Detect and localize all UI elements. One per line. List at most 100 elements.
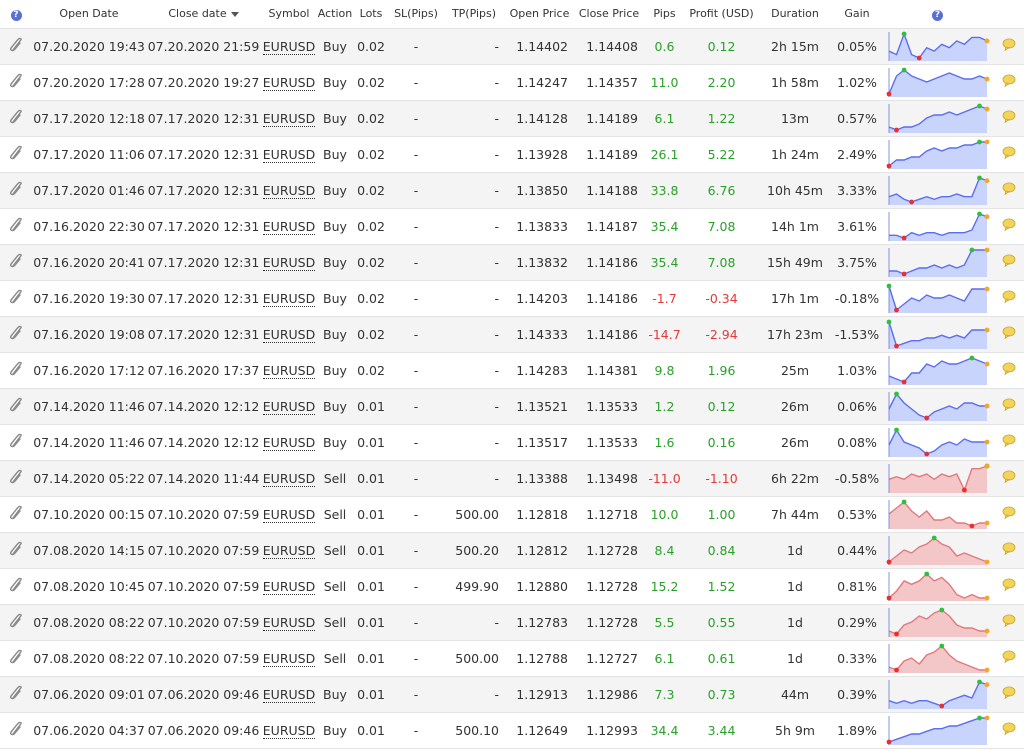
symbol-link[interactable]: EURUSD xyxy=(262,326,316,343)
row-comment[interactable] xyxy=(993,604,1024,641)
paperclip-icon[interactable] xyxy=(8,613,24,632)
cell-sparkline[interactable] xyxy=(882,460,993,497)
comment-icon[interactable] xyxy=(1002,398,1016,414)
comment-icon[interactable] xyxy=(1002,614,1016,630)
table-row[interactable]: 07.16.2020 17:12 07.16.2020 17:37 EURUSD Bu… xyxy=(0,352,1024,389)
paperclip-icon[interactable] xyxy=(8,721,24,740)
row-attachment[interactable] xyxy=(0,388,32,425)
symbol-link[interactable]: EURUSD xyxy=(262,146,316,163)
paperclip-icon[interactable] xyxy=(8,361,24,380)
cell-sparkline[interactable] xyxy=(882,424,993,461)
header-profit[interactable]: Profit (USD) xyxy=(685,0,758,29)
trade-sparkline[interactable] xyxy=(886,535,990,565)
row-attachment[interactable] xyxy=(0,532,32,569)
paperclip-icon[interactable] xyxy=(8,577,24,596)
symbol-link[interactable]: EURUSD xyxy=(262,470,316,487)
trade-sparkline[interactable] xyxy=(886,571,990,601)
cell-sparkline[interactable] xyxy=(882,100,993,137)
cell-symbol[interactable]: EURUSD xyxy=(261,64,317,101)
paperclip-icon[interactable] xyxy=(8,685,24,704)
symbol-link[interactable]: EURUSD xyxy=(262,506,316,523)
comment-icon[interactable] xyxy=(1002,362,1016,378)
table-row[interactable]: 07.17.2020 11:06 07.17.2020 12:31 EURUSD Bu… xyxy=(0,136,1024,173)
cell-symbol[interactable]: EURUSD xyxy=(261,172,317,209)
trade-sparkline[interactable] xyxy=(886,319,990,349)
row-comment[interactable] xyxy=(993,100,1024,137)
cell-sparkline[interactable] xyxy=(882,712,993,749)
row-comment[interactable] xyxy=(993,496,1024,533)
table-row[interactable]: 07.16.2020 19:08 07.17.2020 12:31 EURUSD Bu… xyxy=(0,316,1024,353)
row-attachment[interactable] xyxy=(0,676,32,713)
paperclip-icon[interactable] xyxy=(8,397,24,416)
comment-icon[interactable] xyxy=(1002,470,1016,486)
row-comment[interactable] xyxy=(993,424,1024,461)
cell-symbol[interactable]: EURUSD xyxy=(261,676,317,713)
symbol-link[interactable]: EURUSD xyxy=(262,254,316,271)
row-attachment[interactable] xyxy=(0,172,32,209)
comment-icon[interactable] xyxy=(1002,38,1016,54)
cell-symbol[interactable]: EURUSD xyxy=(261,28,317,65)
symbol-link[interactable]: EURUSD xyxy=(262,218,316,235)
table-row[interactable]: 07.16.2020 20:41 07.17.2020 12:31 EURUSD Bu… xyxy=(0,244,1024,281)
comment-icon[interactable] xyxy=(1002,506,1016,522)
cell-symbol[interactable]: EURUSD xyxy=(261,100,317,137)
header-sl[interactable]: SL(Pips) xyxy=(389,0,443,29)
trade-sparkline[interactable] xyxy=(886,715,990,745)
symbol-link[interactable]: EURUSD xyxy=(262,110,316,127)
table-row[interactable]: 07.14.2020 11:46 07.14.2020 12:12 EURUSD Bu… xyxy=(0,424,1024,461)
paperclip-icon[interactable] xyxy=(8,325,24,344)
cell-sparkline[interactable] xyxy=(882,28,993,65)
symbol-link[interactable]: EURUSD xyxy=(262,182,316,199)
paperclip-icon[interactable] xyxy=(8,109,24,128)
paperclip-icon[interactable] xyxy=(8,289,24,308)
row-comment[interactable] xyxy=(993,352,1024,389)
help-icon[interactable]: ? xyxy=(932,9,943,21)
header-close-date[interactable]: Close date xyxy=(146,0,261,29)
table-row[interactable]: 07.10.2020 00:15 07.10.2020 07:59 EURUSD Se… xyxy=(0,496,1024,533)
row-attachment[interactable] xyxy=(0,496,32,533)
header-gain[interactable]: Gain xyxy=(832,0,882,29)
table-row[interactable]: 07.08.2020 08:22 07.10.2020 07:59 EURUSD Se… xyxy=(0,640,1024,677)
cell-sparkline[interactable] xyxy=(882,244,993,281)
header-duration[interactable]: Duration xyxy=(758,0,832,29)
table-row[interactable]: 07.16.2020 19:30 07.17.2020 12:31 EURUSD Bu… xyxy=(0,280,1024,317)
cell-symbol[interactable]: EURUSD xyxy=(261,604,317,641)
cell-symbol[interactable]: EURUSD xyxy=(261,352,317,389)
table-row[interactable]: 07.14.2020 05:22 07.14.2020 11:44 EURUSD Se… xyxy=(0,460,1024,497)
table-row[interactable]: 07.06.2020 09:01 07.06.2020 09:46 EURUSD Bu… xyxy=(0,676,1024,713)
paperclip-icon[interactable] xyxy=(8,217,24,236)
row-attachment[interactable] xyxy=(0,568,32,605)
cell-symbol[interactable]: EURUSD xyxy=(261,568,317,605)
trade-sparkline[interactable] xyxy=(886,247,990,277)
row-attachment[interactable] xyxy=(0,244,32,281)
symbol-link[interactable]: EURUSD xyxy=(262,614,316,631)
header-action[interactable]: Action xyxy=(317,0,353,29)
row-attachment[interactable] xyxy=(0,280,32,317)
comment-icon[interactable] xyxy=(1002,110,1016,126)
trade-sparkline[interactable] xyxy=(886,67,990,97)
trade-sparkline[interactable] xyxy=(886,427,990,457)
row-comment[interactable] xyxy=(993,460,1024,497)
comment-icon[interactable] xyxy=(1002,254,1016,270)
cell-sparkline[interactable] xyxy=(882,208,993,245)
table-row[interactable]: 07.08.2020 08:22 07.10.2020 07:59 EURUSD Se… xyxy=(0,604,1024,641)
cell-symbol[interactable]: EURUSD xyxy=(261,388,317,425)
comment-icon[interactable] xyxy=(1002,434,1016,450)
trade-sparkline[interactable] xyxy=(886,463,990,493)
comment-icon[interactable] xyxy=(1002,578,1016,594)
trade-sparkline[interactable] xyxy=(886,283,990,313)
symbol-link[interactable]: EURUSD xyxy=(262,362,316,379)
trade-sparkline[interactable] xyxy=(886,103,990,133)
row-comment[interactable] xyxy=(993,244,1024,281)
table-row[interactable]: 07.08.2020 14:15 07.10.2020 07:59 EURUSD Se… xyxy=(0,532,1024,569)
paperclip-icon[interactable] xyxy=(8,649,24,668)
symbol-link[interactable]: EURUSD xyxy=(262,74,316,91)
cell-sparkline[interactable] xyxy=(882,352,993,389)
row-attachment[interactable] xyxy=(0,64,32,101)
cell-sparkline[interactable] xyxy=(882,496,993,533)
cell-symbol[interactable]: EURUSD xyxy=(261,460,317,497)
help-icon[interactable]: ? xyxy=(10,9,22,21)
row-comment[interactable] xyxy=(993,64,1024,101)
header-help[interactable]: ? xyxy=(0,0,32,29)
paperclip-icon[interactable] xyxy=(8,541,24,560)
